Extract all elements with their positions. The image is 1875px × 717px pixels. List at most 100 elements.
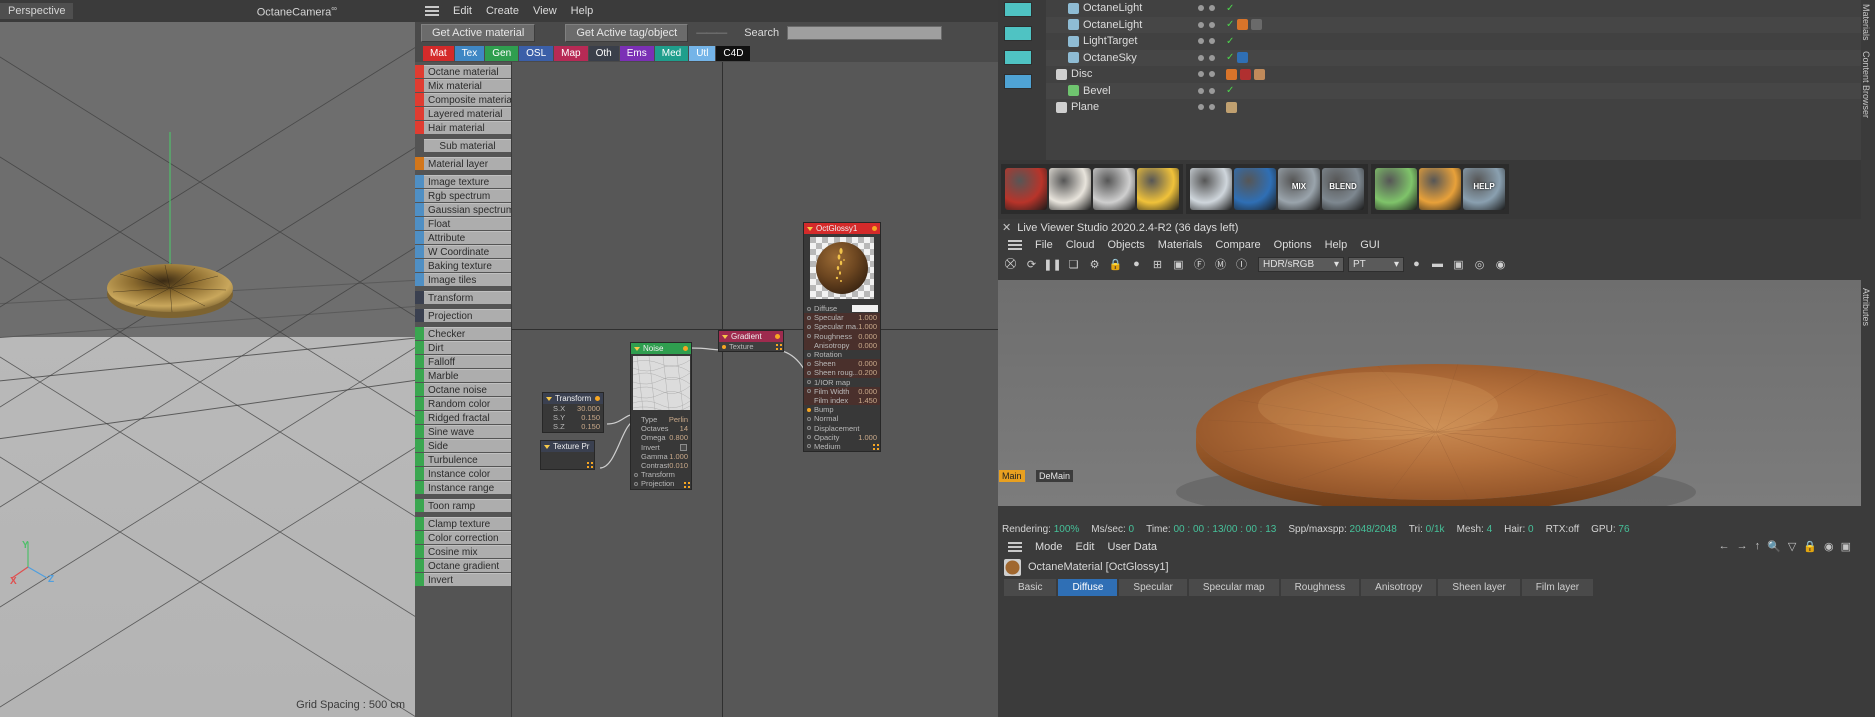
lv-menu-materials[interactable]: Materials bbox=[1158, 239, 1203, 251]
render-target-select[interactable]: PT ▾ bbox=[1348, 256, 1404, 272]
noise-row-transform[interactable]: Transform bbox=[631, 470, 691, 479]
close-icon[interactable]: ✕ bbox=[1002, 221, 1011, 234]
noise-row-type[interactable]: Type Perlin bbox=[631, 415, 691, 424]
port-icon[interactable] bbox=[807, 416, 811, 421]
mix-ball[interactable]: MIX bbox=[1278, 168, 1320, 210]
visibility-render-dot[interactable] bbox=[1209, 5, 1215, 12]
octglossy1-row-bump[interactable]: Bump bbox=[804, 405, 880, 414]
category-chip-osl[interactable]: OSL bbox=[519, 45, 554, 61]
palette-item-marble[interactable]: Marble bbox=[415, 368, 511, 382]
node-transform-header[interactable]: Transform bbox=[543, 393, 603, 404]
category-chip-mat[interactable]: Mat bbox=[423, 45, 454, 61]
node-palette-list[interactable]: Octane material Mix material Composite mat… bbox=[415, 62, 512, 717]
port-icon[interactable] bbox=[807, 389, 811, 394]
panel-icon[interactable]: ▣ bbox=[1841, 540, 1851, 553]
visibility-editor-dot[interactable] bbox=[1198, 71, 1204, 78]
palette-item-rgb-spectrum[interactable]: Rgb spectrum bbox=[415, 188, 511, 202]
attributes-tab-specular-map[interactable]: Specular map bbox=[1188, 579, 1279, 596]
palette-item-instance-color[interactable]: Instance color bbox=[415, 466, 511, 480]
collapse-triangle-icon[interactable] bbox=[722, 334, 728, 339]
lv-menu-objects[interactable]: Objects bbox=[1107, 239, 1144, 251]
category-chip-oth[interactable]: Oth bbox=[588, 45, 619, 61]
hdr-icon[interactable]: Ⓜ bbox=[1212, 256, 1229, 273]
noise-row-invert[interactable]: Invert bbox=[631, 443, 691, 452]
node-gradient-out-port[interactable] bbox=[775, 334, 780, 339]
live-viewer-render-canvas[interactable]: Main DeMain bbox=[998, 280, 1875, 506]
palette-item-attribute[interactable]: Attribute bbox=[415, 230, 511, 244]
visibility-editor-dot[interactable] bbox=[1198, 5, 1204, 12]
palette-item-clamp-texture[interactable]: Clamp texture bbox=[415, 516, 511, 530]
lv-menu-options[interactable]: Options bbox=[1274, 239, 1312, 251]
node-transform-out-port[interactable] bbox=[595, 396, 600, 401]
hamburger-icon[interactable] bbox=[425, 4, 439, 18]
port-icon[interactable] bbox=[807, 370, 811, 375]
palette-item-ridged-fractal[interactable]: Ridged fractal bbox=[415, 410, 511, 424]
settings-gear-icon[interactable]: ⚙ bbox=[1086, 256, 1103, 273]
pause-icon[interactable]: ❚❚ bbox=[1043, 256, 1061, 273]
palette-item-octane-material[interactable]: Octane material bbox=[415, 64, 511, 78]
node-noise-out-port[interactable] bbox=[683, 346, 688, 351]
octglossy1-row-sheen-roug-[interactable]: Sheen roug... 0.200 bbox=[804, 368, 880, 378]
dot-icon[interactable]: ● bbox=[1408, 256, 1425, 273]
octglossy1-row-roughness[interactable]: Roughness 0.000 bbox=[804, 331, 880, 341]
palette-item-random-color[interactable]: Random color bbox=[415, 396, 511, 410]
node-gradient-header[interactable]: Gradient bbox=[719, 331, 783, 342]
noise-value[interactable]: 0.800 bbox=[669, 433, 691, 442]
port-icon[interactable] bbox=[807, 324, 811, 329]
object-tag-icon[interactable] bbox=[1237, 52, 1249, 64]
lv-menu-gui[interactable]: GUI bbox=[1360, 239, 1380, 251]
palette-item-gaussian-spectrum[interactable]: Gaussian spectrum bbox=[415, 202, 511, 216]
object-tag-strip[interactable]: ✓ bbox=[1226, 3, 1234, 14]
port-icon[interactable] bbox=[722, 344, 726, 349]
category-chip-c4d[interactable]: C4D bbox=[716, 45, 751, 61]
object-tag-icon[interactable] bbox=[1251, 19, 1263, 31]
node-gradient-row-texture[interactable]: Texture bbox=[719, 342, 783, 352]
transform-row-s-z[interactable]: S.Z 0.150 bbox=[543, 422, 603, 431]
blend-ball[interactable]: BLEND bbox=[1322, 168, 1364, 210]
port-icon[interactable] bbox=[807, 315, 811, 320]
port-icon[interactable] bbox=[634, 472, 638, 477]
refresh-icon[interactable]: ⟳ bbox=[1023, 256, 1040, 273]
object-visibility-dots[interactable] bbox=[1198, 104, 1215, 111]
search-icon[interactable]: 🔍 bbox=[1767, 540, 1781, 553]
palette-item-projection[interactable]: Projection bbox=[415, 308, 511, 322]
category-chip-gen[interactable]: Gen bbox=[485, 45, 519, 61]
save-image-icon[interactable]: ▣ bbox=[1450, 256, 1467, 273]
colorspace-select[interactable]: HDR/sRGB ▾ bbox=[1258, 256, 1344, 272]
palette-item-sine-wave[interactable]: Sine wave bbox=[415, 424, 511, 438]
octglossy1-row-rotation[interactable]: Rotation bbox=[804, 350, 880, 359]
at-menu-user-data[interactable]: User Data bbox=[1108, 541, 1158, 553]
transform-value[interactable]: 30.000 bbox=[577, 404, 603, 413]
back-arrow-icon[interactable]: ← bbox=[1719, 540, 1730, 553]
menu-view[interactable]: View bbox=[533, 5, 557, 17]
noise-row-projection[interactable]: Projection bbox=[631, 479, 691, 488]
object-row[interactable]: OctaneLight ✓ bbox=[1046, 16, 1875, 33]
attributes-tab-film-layer[interactable]: Film layer bbox=[1521, 579, 1594, 596]
object-row[interactable]: OctaneSky ✓ bbox=[1046, 49, 1875, 66]
get-active-material-button[interactable]: Get Active material bbox=[421, 24, 536, 42]
at-menu-mode[interactable]: Mode bbox=[1035, 541, 1063, 553]
globe-icon[interactable]: ◉ bbox=[1492, 256, 1509, 273]
checkbox[interactable] bbox=[680, 443, 687, 451]
object-tag-icon[interactable] bbox=[1240, 68, 1251, 80]
octglossy1-value[interactable]: 0.000 bbox=[858, 359, 880, 368]
palette-item-hair-material[interactable]: Hair material bbox=[415, 120, 511, 134]
object-row[interactable]: Bevel ✓ bbox=[1046, 82, 1875, 99]
octglossy1-value[interactable]: 0.000 bbox=[858, 387, 880, 396]
visibility-editor-dot[interactable] bbox=[1198, 54, 1204, 61]
color-swatch[interactable] bbox=[852, 305, 878, 313]
palette-item-cosine-mix[interactable]: Cosine mix bbox=[415, 544, 511, 558]
visibility-editor-dot[interactable] bbox=[1198, 38, 1204, 45]
camera-icon[interactable]: ◎ bbox=[1471, 256, 1488, 273]
visibility-render-dot[interactable] bbox=[1209, 38, 1215, 45]
palette-item-invert[interactable]: Invert bbox=[415, 572, 511, 586]
port-icon[interactable] bbox=[634, 481, 638, 486]
palette-item-baking-texture[interactable]: Baking texture bbox=[415, 258, 511, 272]
node-graph-canvas[interactable]: Noise Type Perlin Octaves 14 Omega 0.800… bbox=[512, 62, 998, 717]
object-row[interactable]: Disc bbox=[1046, 66, 1875, 83]
octglossy1-value[interactable]: 1.000 bbox=[858, 322, 880, 331]
noise-row-omega[interactable]: Omega 0.800 bbox=[631, 433, 691, 442]
palette-item-sub-material[interactable]: Sub material bbox=[415, 138, 511, 152]
om-icon-3[interactable] bbox=[1004, 74, 1032, 89]
menu-create[interactable]: Create bbox=[486, 5, 519, 17]
